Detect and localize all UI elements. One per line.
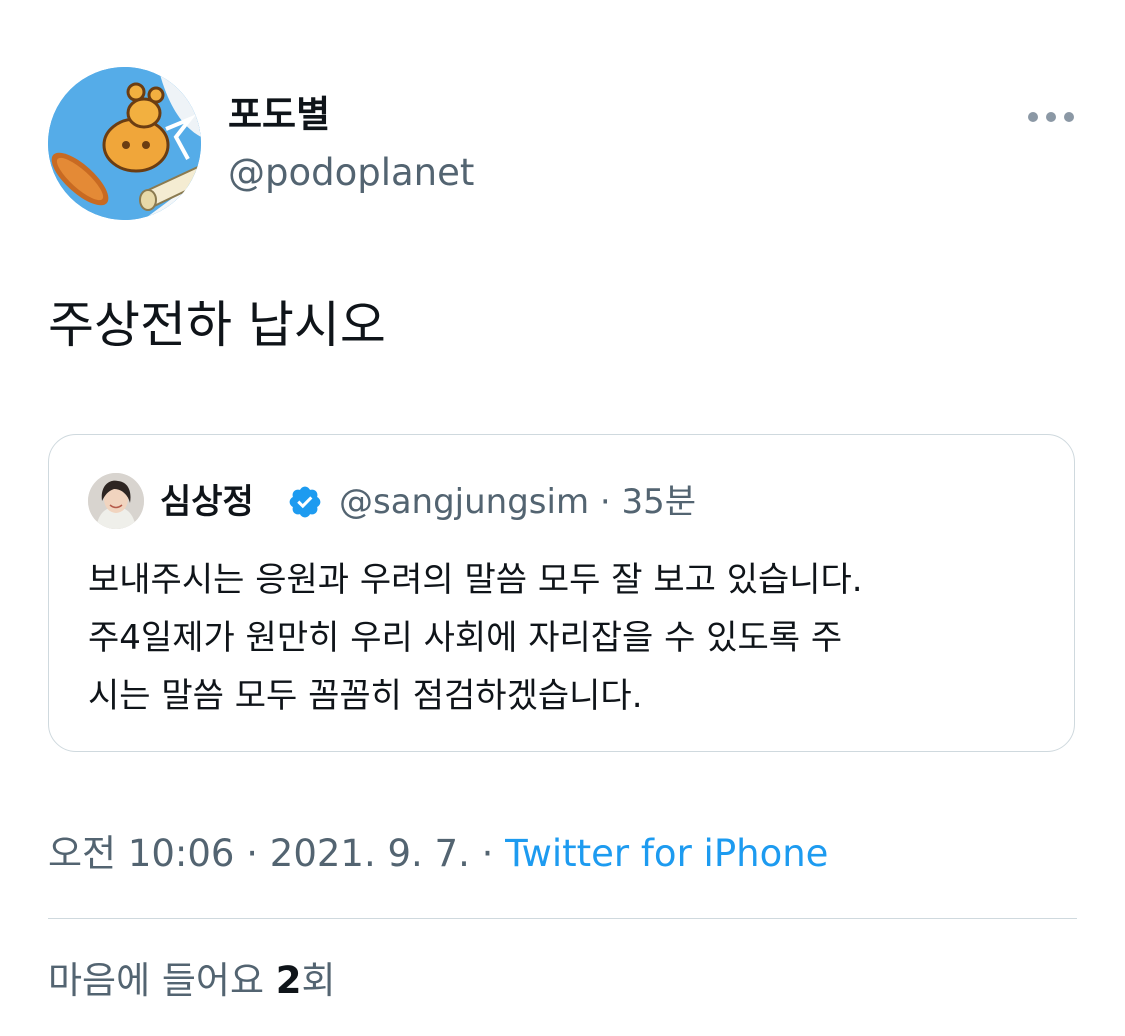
tweet-timestamp-row: 오전 10:06 · 2021. 9. 7. · Twitter for iPh… (48, 828, 828, 880)
author-handle[interactable]: @podoplanet (228, 148, 474, 198)
tweet-source-link[interactable]: Twitter for iPhone (505, 832, 828, 875)
quoted-meta-separator: · (599, 482, 611, 522)
likes-label: 마음에 들어요 (48, 959, 265, 1002)
quoted-line-2: 주4일제가 원만히 우리 사회에 자리잡을 수 있도록 주 (88, 618, 843, 658)
quoted-time-ago: 35분 (621, 482, 697, 522)
tweet-time[interactable]: 오전 10:06 (48, 832, 234, 875)
author-avatar[interactable] (48, 67, 201, 220)
quoted-line-1: 보내주시는 응원과 우려의 말씀 모두 잘 보고 있습니다. (88, 560, 863, 600)
quoted-author-avatar (88, 473, 144, 529)
quoted-display-name: 심상정 (160, 482, 254, 522)
timestamp-separator-1: · (246, 832, 259, 875)
quoted-tweet-text: 보내주시는 응원과 우려의 말씀 모두 잘 보고 있습니다. 주4일제가 원만히… (88, 551, 1048, 725)
divider (48, 918, 1077, 919)
likes-count: 2 (275, 959, 302, 1002)
quoted-meta: @sangjungsim · 35분 (339, 479, 696, 525)
tweet-text: 주상전하 납시오 (48, 296, 386, 354)
quoted-line-3: 시는 말씀 모두 꼼꼼히 점검하겠습니다. (88, 676, 643, 716)
likes-row[interactable]: 마음에 들어요 2회 (48, 955, 336, 1007)
tweet-date[interactable]: 2021. 9. 7. (270, 832, 470, 875)
author-avatar-illustration (48, 67, 201, 220)
more-horizontal-icon (1028, 112, 1074, 122)
more-options-button[interactable] (1024, 102, 1078, 132)
quoted-handle: @sangjungsim (339, 482, 590, 522)
quoted-avatar-photo (88, 473, 144, 529)
author-display-name[interactable]: 포도별 (228, 90, 330, 140)
verified-badge-icon (287, 484, 323, 520)
likes-suffix: 회 (301, 959, 336, 1002)
quoted-tweet-card[interactable]: 심상정 @sangjungsim · 35분 보내주시는 응원과 우려의 말씀 … (48, 434, 1075, 752)
timestamp-separator-2: · (481, 832, 494, 875)
